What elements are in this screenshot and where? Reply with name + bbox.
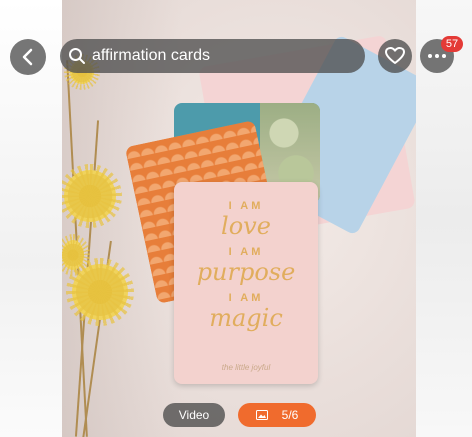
card-line2-small: I AM: [228, 246, 264, 258]
card-signature: the little joyful: [221, 363, 271, 372]
image-icon: [255, 410, 268, 420]
photo-counter: 5/6: [281, 408, 299, 422]
search-icon: [69, 48, 85, 64]
video-tab-button[interactable]: Video: [163, 403, 225, 427]
back-icon: [22, 48, 33, 66]
card-line3-word: magic: [209, 304, 283, 332]
favorite-button[interactable]: [378, 39, 412, 73]
card-line1-word: love: [221, 212, 271, 240]
flower-head: [62, 164, 122, 228]
search-bar[interactable]: affirmation cards: [60, 39, 365, 73]
card-line1-small: I AM: [228, 200, 264, 212]
search-query: affirmation cards: [92, 47, 210, 64]
back-button[interactable]: [10, 39, 46, 75]
flower-head: [66, 258, 134, 326]
video-label: Video: [178, 408, 210, 422]
card-line2-word: purpose: [196, 258, 296, 286]
card-affirmation-front: I AM love I AM purpose I AM magic the li…: [174, 182, 318, 384]
notification-badge: 57: [441, 36, 463, 52]
more-icon: [428, 54, 446, 58]
photo-tab-button[interactable]: 5/6: [238, 403, 316, 427]
heart-icon: [385, 47, 405, 64]
card-line3-small: I AM: [228, 292, 264, 304]
